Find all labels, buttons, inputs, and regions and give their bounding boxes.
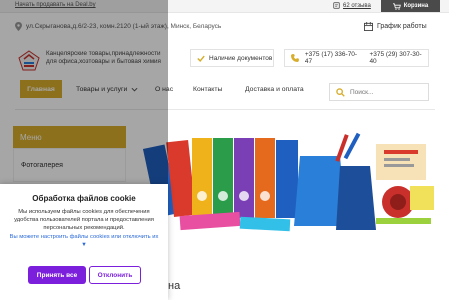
search-icon[interactable] xyxy=(336,87,345,97)
phone-icon xyxy=(291,54,299,62)
cart-button[interactable]: Корзина xyxy=(381,0,440,12)
cookie-title: Обработка файлов cookie xyxy=(32,194,136,203)
reviews-link[interactable]: 62 отзыва xyxy=(333,2,371,9)
cookie-dialog: Обработка файлов cookie Мы используем фа… xyxy=(0,184,168,300)
cookie-text: Мы используем файлы cookies для обеспече… xyxy=(14,209,154,231)
calendar-icon xyxy=(364,22,373,31)
search-input[interactable] xyxy=(350,88,420,96)
nav-item-contacts[interactable]: Контакты xyxy=(193,80,222,98)
cart-icon xyxy=(392,2,401,10)
checkmark-icon xyxy=(197,55,205,62)
schedule-link[interactable]: График работы xyxy=(364,22,427,31)
phone-1[interactable]: +375 (17) 336-70-47 xyxy=(305,51,364,65)
accept-all-button[interactable]: Принять все xyxy=(28,266,86,284)
nav-item-delivery[interactable]: Доставка и оплата xyxy=(245,80,304,98)
section-heading: на xyxy=(168,280,181,292)
reviews-icon xyxy=(333,2,340,9)
phone-2[interactable]: +375 (29) 307-30-40 xyxy=(369,51,428,65)
decline-button[interactable]: Отклонить xyxy=(89,266,141,284)
documents-button[interactable]: Наличие документов xyxy=(190,49,274,67)
reviews-label: 62 отзыва xyxy=(343,2,371,9)
promo-banner[interactable] xyxy=(140,126,436,240)
search-box[interactable] xyxy=(329,83,429,101)
schedule-label: График работы xyxy=(377,23,427,30)
documents-label: Наличие документов xyxy=(209,54,273,62)
cart-label: Корзина xyxy=(403,3,429,9)
cookie-settings-link[interactable]: Вы можете настроить файлы cookies или от… xyxy=(8,233,160,249)
phones-block[interactable]: +375 (17) 336-70-47 +375 (29) 307-30-40 xyxy=(284,49,429,67)
